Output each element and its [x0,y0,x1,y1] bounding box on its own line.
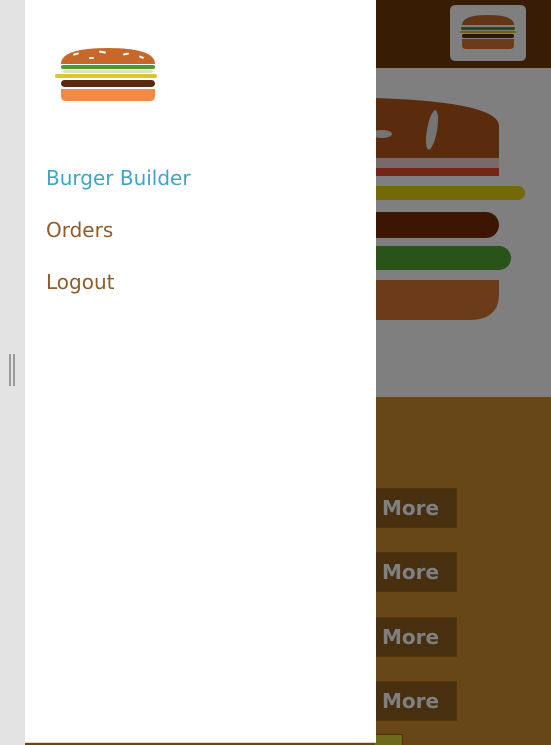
nav-item-orders: Orders [46,212,191,264]
nav-item-burger-builder: Burger Builder [46,160,191,212]
navigation-items: Burger Builder Orders Logout [46,160,191,316]
nav-link-logout[interactable]: Logout [46,264,114,300]
window-gutter [0,0,26,745]
burger-logo-icon [55,48,157,101]
nav-item-logout: Logout [46,264,191,316]
nav-link-orders[interactable]: Orders [46,212,113,248]
resize-handle[interactable] [9,354,15,386]
nav-link-burger-builder[interactable]: Burger Builder [46,160,191,196]
side-drawer: Burger Builder Orders Logout [25,0,376,743]
drawer-logo[interactable] [55,44,161,104]
